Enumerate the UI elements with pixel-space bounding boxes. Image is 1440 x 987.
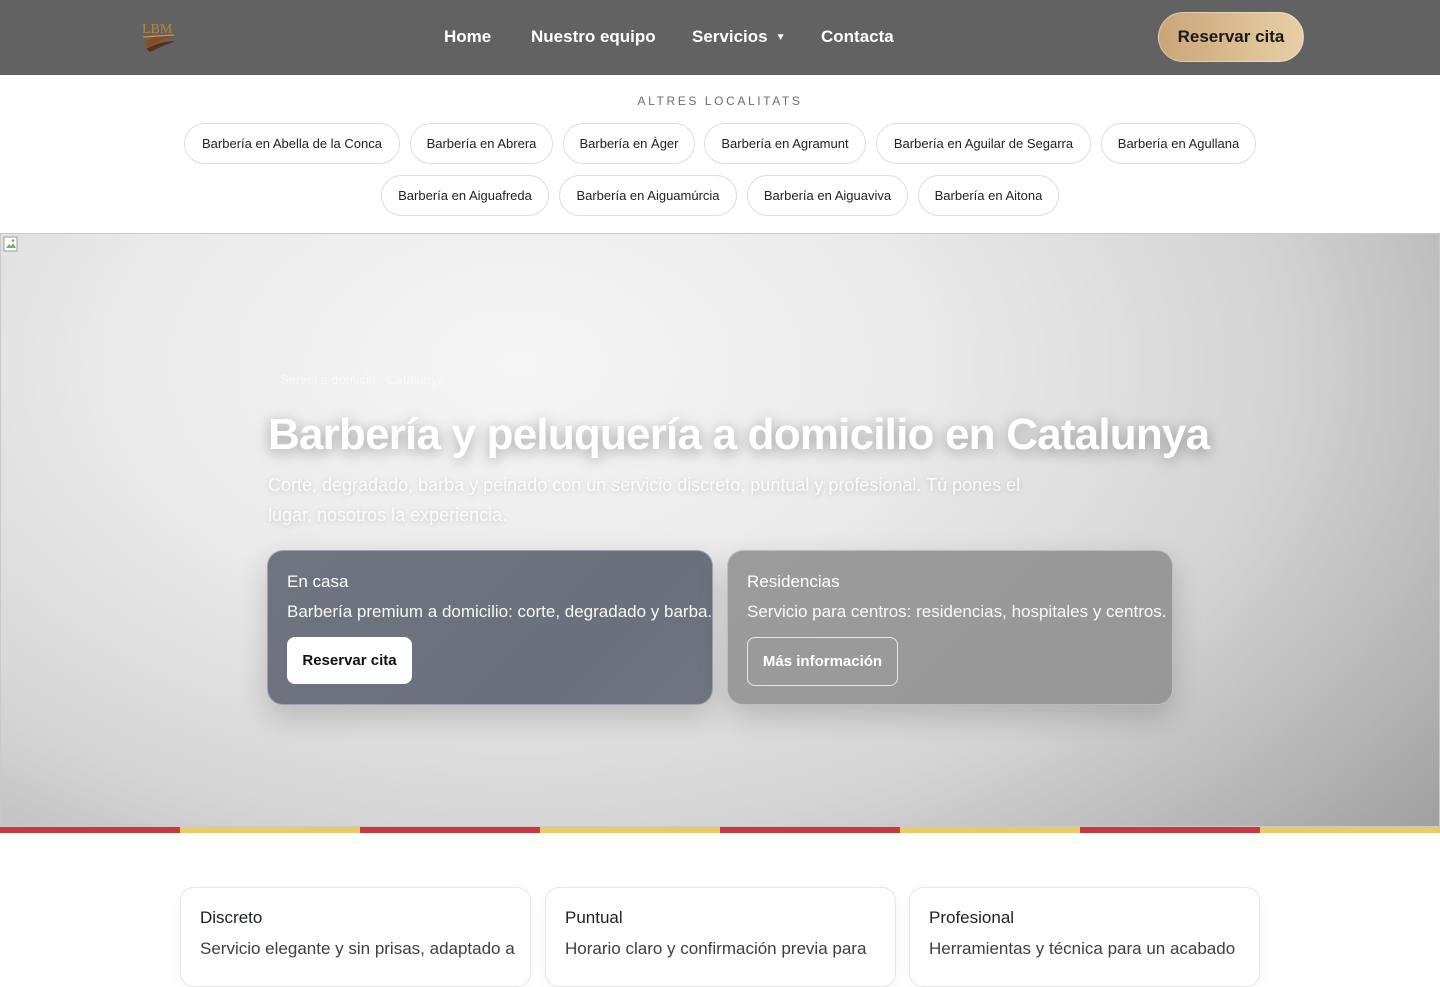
flag-stripe-segment <box>0 827 180 833</box>
feature-card-discreto: Discreto Servicio elegante y sin prisas,… <box>180 887 531 987</box>
card-en-casa-title: En casa <box>287 572 349 591</box>
locality-chip[interactable]: Barbería en Aitona <box>918 175 1059 216</box>
caret-down-icon: ▼ <box>775 32 786 43</box>
locality-chip[interactable]: Barbería en Aguilar de Segarra <box>876 123 1091 164</box>
feature-title: Profesional <box>929 908 1015 927</box>
flag-stripe-segment <box>1260 827 1440 833</box>
locality-chip[interactable]: Barbería en Agramunt <box>704 123 866 164</box>
hero-title: Barbería y peluquería a domicilio en Cat… <box>268 410 1210 459</box>
locality-chip[interactable]: Barbería en Aiguafreda <box>381 175 549 216</box>
flag-stripe-segment <box>720 827 900 833</box>
nav-servicios-label: Servicios <box>692 27 768 46</box>
locality-chip[interactable]: Barbería en Abrera <box>410 123 553 164</box>
card-en-casa: En casa Barbería premium a domicilio: co… <box>267 550 713 705</box>
header-reservar-cita-button[interactable]: Reservar cita <box>1158 12 1304 62</box>
flag-stripes <box>0 827 1440 833</box>
flag-stripe-segment <box>540 827 720 833</box>
flag-stripe-segment <box>360 827 540 833</box>
locality-chip[interactable]: Barbería en Aiguaviva <box>747 175 908 216</box>
locality-chip[interactable]: Barbería en Aiguamúrcia <box>559 175 737 216</box>
broken-image-icon <box>3 236 18 252</box>
feature-title: Discreto <box>200 908 263 927</box>
nav-contacta[interactable]: Contacta <box>821 27 894 47</box>
feature-card-profesional: Profesional Herramientas y técnica para … <box>909 887 1260 987</box>
flag-stripe-segment <box>900 827 1080 833</box>
card-residencias-text: Servicio para centros: residencias, hosp… <box>747 602 1167 621</box>
localities-title: ALTRES LOCALITATS <box>637 94 803 108</box>
feature-text: Herramientas y técnica para un acabado <box>929 939 1236 958</box>
flag-stripe-segment <box>1080 827 1260 833</box>
hero-section: Servei a domicili · Catalunya Barbería y… <box>0 233 1440 827</box>
locality-chip[interactable]: Barbería en Abella de la Conca <box>184 123 400 164</box>
card-en-casa-text: Barbería premium a domicilio: corte, deg… <box>287 602 713 621</box>
feature-card-puntual: Puntual Horario claro y confirmación pre… <box>545 887 896 987</box>
top-navigation-bar: LBM Home Nuestro equipo Servicios ▼ Conta… <box>0 0 1440 75</box>
locality-chip[interactable]: Barbería en Agullana <box>1101 123 1256 164</box>
nav-servicios[interactable]: Servicios ▼ <box>692 27 786 47</box>
mas-informacion-button[interactable]: Más información <box>747 637 898 686</box>
hero-subtitle: Corte, degradado, barba y peinado con un… <box>268 475 1021 525</box>
reservar-cita-button[interactable]: Reservar cita <box>287 637 412 684</box>
nav-home[interactable]: Home <box>444 27 491 47</box>
locality-chip[interactable]: Barbería en Àger <box>563 123 695 164</box>
card-residencias: Residencias Servicio para centros: resid… <box>727 550 1173 705</box>
flag-stripe-segment <box>180 827 360 833</box>
hero-kicker: Servei a domicili · Catalunya <box>280 372 445 387</box>
feature-text: Servicio elegante y sin prisas, adaptado… <box>200 939 515 958</box>
feature-text: Horario claro y confirmación previa para <box>565 939 867 958</box>
card-residencias-title: Residencias <box>747 572 840 591</box>
feature-title: Puntual <box>565 908 623 927</box>
nav-nuestro-equipo[interactable]: Nuestro equipo <box>531 27 656 47</box>
